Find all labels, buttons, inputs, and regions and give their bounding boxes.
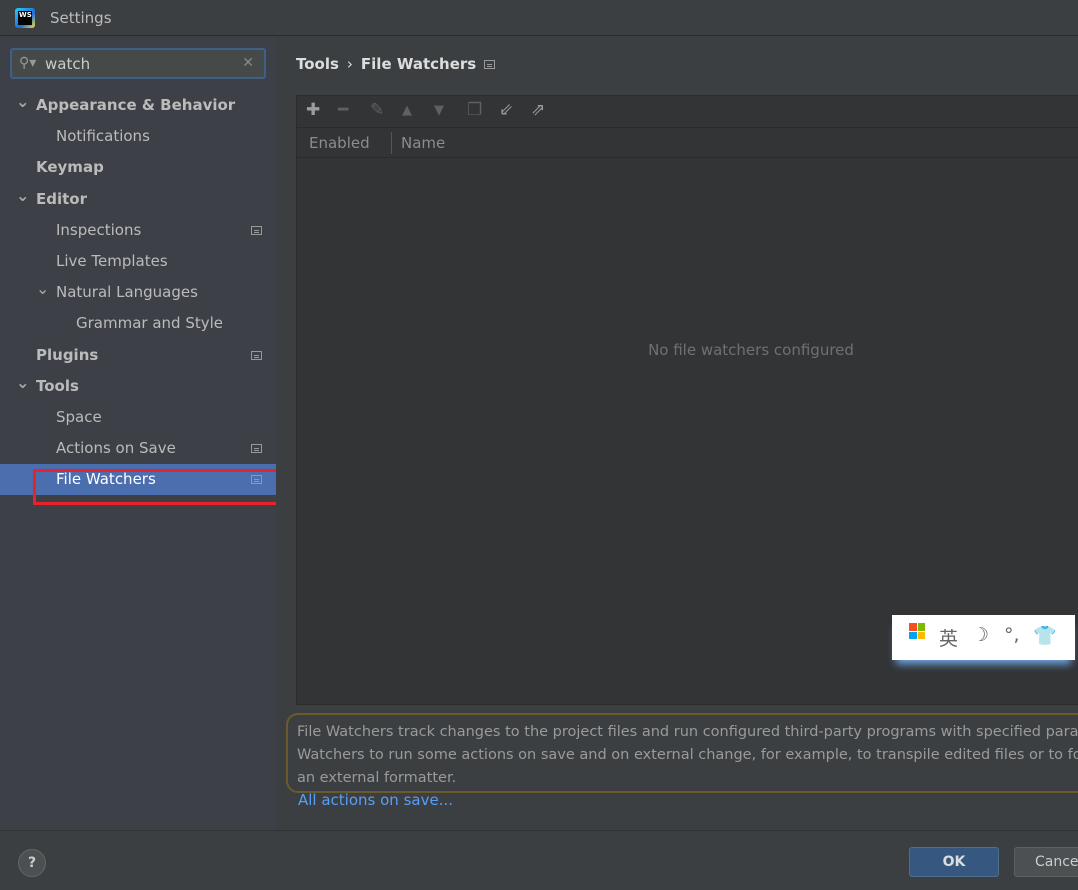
dialog-footer: ? OK Cance (0, 830, 1078, 890)
moon-icon[interactable]: ☽ (972, 624, 989, 646)
sidebar-item-label: Plugins (36, 345, 99, 364)
project-scope-icon (251, 444, 262, 454)
sidebar-item-inspections[interactable]: Inspections (0, 215, 276, 246)
highlight-box (33, 469, 308, 505)
close-icon[interactable]: ✕ (242, 55, 254, 71)
sidebar-item-editor[interactable]: ⌄ Editor (0, 184, 276, 215)
sidebar-item-label: Natural Languages (56, 283, 198, 302)
webstorm-logo-icon: WS (15, 8, 35, 28)
breadcrumb-file-watchers: File Watchers (360, 55, 477, 73)
all-actions-on-save-link[interactable]: All actions on save... (298, 791, 453, 809)
sidebar-item-space[interactable]: Space (0, 402, 276, 433)
edit-icon[interactable]: ✎ (370, 100, 384, 120)
window-title: Settings (50, 9, 112, 27)
ime-toolbar: 英 ☽ °, 👕 (892, 615, 1075, 660)
breadcrumb-separator-icon: › (346, 55, 353, 73)
add-icon[interactable]: ✚ (306, 100, 320, 120)
sidebar-item-tools[interactable]: ⌄ Tools (0, 371, 276, 402)
sidebar-item-label: Live Templates (56, 252, 168, 270)
breadcrumb: Tools › File Watchers (296, 55, 503, 73)
column-divider (391, 132, 392, 154)
chevron-down-icon[interactable]: ⌄ (16, 180, 29, 211)
sidebar-item-label: Appearance & Behavior (36, 96, 236, 114)
import-icon[interactable]: ⇙ (499, 100, 513, 120)
sidebar-item-label: Notifications (56, 127, 150, 146)
sidebar-item-notifications[interactable]: Notifications (0, 121, 276, 152)
move-up-icon[interactable]: ▲ (402, 103, 412, 118)
title-bar: WS Settings (0, 0, 1078, 36)
sidebar-item-keymap[interactable]: Keymap (0, 152, 276, 183)
chevron-down-icon[interactable]: ⌄ (36, 273, 49, 304)
project-scope-icon (251, 350, 262, 360)
project-scope-icon (251, 225, 262, 235)
search-icon[interactable]: ⚲▾ (19, 55, 36, 71)
table-header: Enabled Name (297, 128, 1078, 158)
remove-icon[interactable]: ━ (338, 100, 348, 120)
sidebar-item-label: Space (56, 408, 102, 426)
windows-logo-icon[interactable] (909, 623, 925, 639)
export-icon[interactable]: ⇗ (531, 100, 545, 120)
sidebar-item-label: Keymap (36, 158, 104, 177)
empty-state-text: No file watchers configured (648, 341, 854, 359)
sidebar-item-label: Grammar and Style (76, 314, 223, 333)
description: File Watchers track changes to the proje… (286, 713, 1078, 793)
shirt-icon[interactable]: 👕 (1033, 624, 1057, 647)
sidebar-item-label: Actions on Save (56, 439, 176, 458)
sidebar-item-natural-languages[interactable]: ⌄ Natural Languages (0, 277, 276, 308)
main-panel: Tools › File Watchers ✚ ━ ✎ ▲ ▼ ❐ ⇙ ⇗ Enab… (276, 37, 1078, 830)
ime-language[interactable]: 英 (939, 624, 958, 651)
table-toolbar: ✚ ━ ✎ ▲ ▼ ❐ ⇙ ⇗ (297, 96, 1078, 128)
settings-sidebar: ⚲▾ watch ✕ ⌄ Appearance & Behavior Notific… (0, 37, 276, 830)
copy-icon[interactable]: ❐ (467, 100, 482, 120)
watchers-table: ✚ ━ ✎ ▲ ▼ ❐ ⇙ ⇗ Enabled Name No file wat… (296, 95, 1078, 705)
project-scope-icon (484, 60, 496, 69)
search-input[interactable]: ⚲▾ watch ✕ (10, 48, 266, 79)
move-down-icon[interactable]: ▼ (434, 103, 444, 118)
chevron-down-icon[interactable]: ⌄ (16, 86, 29, 117)
ok-button[interactable]: OK (909, 847, 999, 877)
breadcrumb-tools[interactable]: Tools (296, 55, 339, 73)
sidebar-item-label: Tools (36, 376, 79, 395)
sidebar-item-grammar-and-style[interactable]: Grammar and Style (0, 308, 276, 339)
sidebar-item-appearance-behavior[interactable]: ⌄ Appearance & Behavior (0, 90, 276, 121)
sidebar-item-label: Editor (36, 189, 87, 208)
sidebar-item-actions-on-save[interactable]: Actions on Save (0, 433, 276, 464)
punctuation-icon[interactable]: °, (1004, 624, 1020, 646)
sidebar-item-label: Inspections (56, 220, 142, 239)
sidebar-item-plugins[interactable]: Plugins (0, 340, 276, 371)
column-enabled[interactable]: Enabled (309, 134, 370, 152)
help-button[interactable]: ? (18, 849, 46, 877)
cancel-button[interactable]: Cance (1014, 847, 1078, 877)
chevron-down-icon[interactable]: ⌄ (16, 367, 29, 398)
column-name[interactable]: Name (401, 134, 445, 152)
